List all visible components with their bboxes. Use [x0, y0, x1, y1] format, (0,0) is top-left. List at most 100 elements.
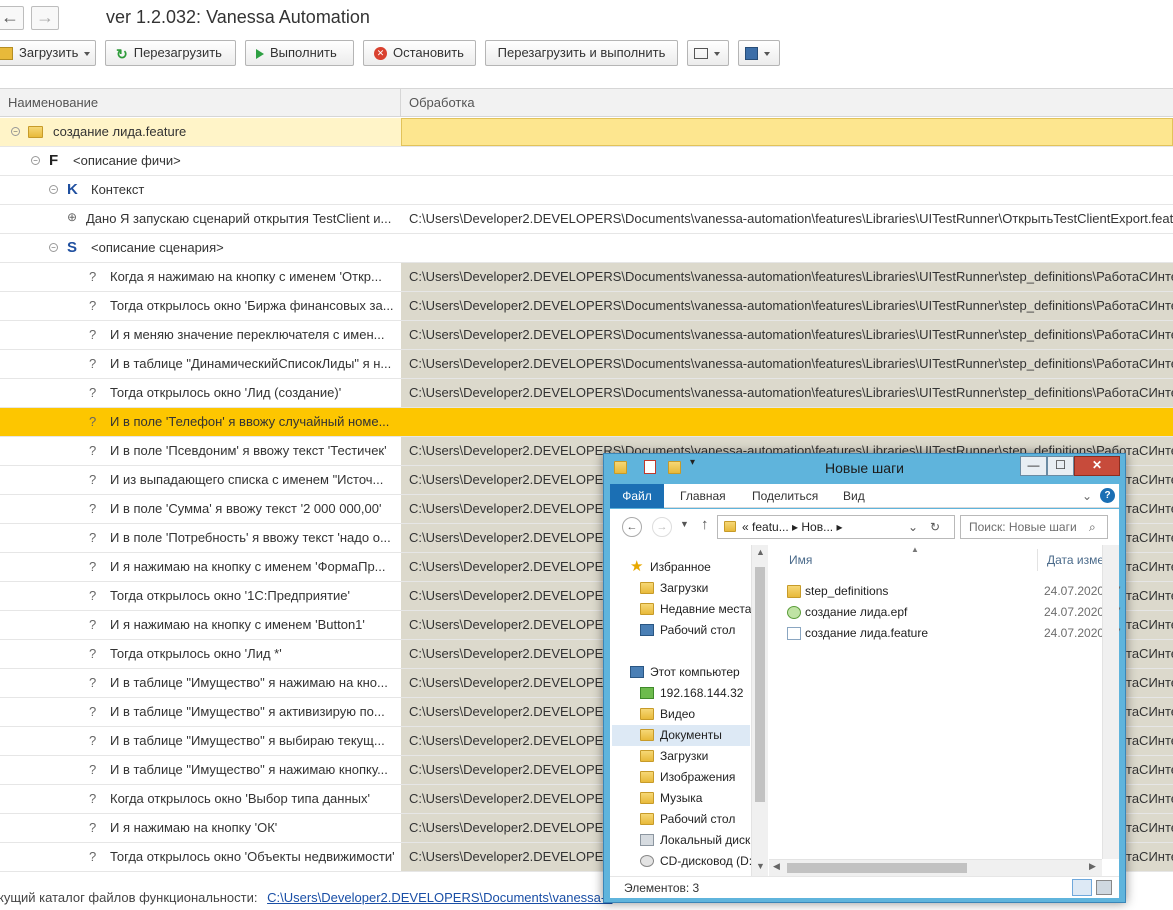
- help-icon[interactable]: ?: [1100, 488, 1115, 503]
- up-arrow-icon[interactable]: ↑: [701, 516, 709, 533]
- unknown-step-icon: ?: [89, 762, 97, 777]
- maximize-button[interactable]: ☐: [1047, 456, 1074, 476]
- collapse-icon[interactable]: −: [49, 243, 58, 252]
- tree-row-step[interactable]: ? Тогда открылось окно 'Биржа финансовых …: [0, 292, 1173, 321]
- path-cell[interactable]: C:\Users\Developer2.DEVELOPERS\Documents…: [401, 263, 1173, 291]
- tree-row-step[interactable]: ? И я меняю значение переключателя с имен…: [0, 321, 1173, 350]
- run-button[interactable]: Выполнить: [245, 40, 354, 66]
- explorer-titlebar[interactable]: ▾ Новые шаги — ☐ ✕: [604, 454, 1125, 482]
- tree-row-step[interactable]: ? И в таблице "ДинамическийСписокЛиды" я …: [0, 350, 1173, 379]
- tree-row-feature[interactable]: − создание лида.feature: [0, 118, 1173, 147]
- column-divider[interactable]: [1037, 549, 1038, 571]
- tree-row-step[interactable]: ⊕ Дано Я запускаю сценарий открытия Test…: [0, 205, 1173, 234]
- file-horizontal-scrollbar[interactable]: ◀ ▶: [769, 859, 1102, 876]
- tree-row-step[interactable]: ? Тогда открылось окно 'Лид (создание)' C:…: [0, 379, 1173, 408]
- ribbon-tab-home[interactable]: Главная: [680, 484, 726, 508]
- scroll-down-icon[interactable]: ▼: [756, 861, 765, 871]
- folder-icon: [640, 813, 654, 825]
- forward-arrow-icon[interactable]: →: [652, 517, 672, 537]
- large-icons-view-icon[interactable]: [1096, 880, 1112, 895]
- unknown-step-icon: ?: [89, 356, 97, 371]
- tree-row-step[interactable]: ? Когда я нажимаю на кнопку с именем 'Отк…: [0, 263, 1173, 292]
- refresh-icon[interactable]: ↻: [930, 516, 940, 538]
- path-cell[interactable]: C:\Users\Developer2.DEVELOPERS\Documents…: [401, 321, 1173, 349]
- chevron-down-icon: [764, 51, 770, 56]
- file-row[interactable]: step_definitions 24.07.2020 17: [769, 581, 1121, 602]
- load-button[interactable]: Загрузить: [0, 40, 96, 66]
- path-cell[interactable]: [401, 147, 1173, 175]
- save-menu-button[interactable]: [738, 40, 780, 66]
- context-keyword-icon: K: [67, 181, 78, 198]
- scroll-up-icon[interactable]: ▲: [756, 547, 765, 557]
- recent-locations-icon[interactable]: ▼: [680, 519, 689, 529]
- path-cell[interactable]: [401, 408, 1173, 436]
- path-cell[interactable]: C:\Users\Developer2.DEVELOPERS\Documents…: [401, 350, 1173, 378]
- file-scrollbar[interactable]: [1102, 545, 1119, 859]
- path-cell[interactable]: C:\Users\Developer2.DEVELOPERS\Documents…: [401, 379, 1173, 407]
- tree-row-context[interactable]: − K Контекст: [0, 176, 1173, 205]
- computer-icon: [630, 666, 644, 678]
- stop-button[interactable]: ✕ Остановить: [363, 40, 476, 66]
- name-cell: ? И в поле 'Сумма' я ввожу текст '2 000 0…: [0, 495, 401, 523]
- file-row[interactable]: создание лида.epf 24.07.2020 17: [769, 602, 1121, 623]
- path-cell[interactable]: [401, 176, 1173, 204]
- path-cell[interactable]: C:\Users\Developer2.DEVELOPERS\Documents…: [401, 205, 1173, 233]
- back-button[interactable]: ←: [0, 6, 24, 30]
- reload-label: Перезагрузить: [133, 45, 222, 60]
- tree-row-step-selected[interactable]: ? И в поле 'Телефон' я ввожу случайный но…: [0, 408, 1173, 437]
- unknown-step-icon: ?: [89, 501, 97, 516]
- unknown-step-icon: ?: [89, 617, 97, 632]
- play-icon: [256, 48, 264, 59]
- scrollbar-thumb[interactable]: [755, 567, 765, 802]
- nav-label: Рабочий стол: [660, 623, 736, 637]
- unknown-step-icon: ?: [89, 472, 97, 487]
- file-row[interactable]: создание лида.feature 24.07.2020 17: [769, 623, 1121, 644]
- tree-row-scenario[interactable]: − S <описание сценария>: [0, 234, 1173, 263]
- name-cell: ? И из выпадающего списка с именем "Источ…: [0, 466, 401, 494]
- close-button[interactable]: ✕: [1074, 456, 1120, 476]
- path-cell[interactable]: [401, 234, 1173, 262]
- column-header-name[interactable]: Имя: [789, 549, 812, 571]
- path-cell[interactable]: [401, 118, 1173, 146]
- scroll-right-icon[interactable]: ▶: [1089, 861, 1096, 872]
- ribbon-tab-share[interactable]: Поделиться: [752, 484, 818, 508]
- back-arrow-icon[interactable]: ←: [622, 517, 642, 537]
- features-directory-link[interactable]: C:\Users\Developer2.DEVELOPERS\Documents…: [267, 890, 612, 905]
- layout-menu-button[interactable]: [687, 40, 729, 66]
- row-label: И в таблице "Имущество" я нажимаю на кно…: [110, 675, 388, 690]
- column-header-processing[interactable]: Обработка: [401, 89, 1173, 117]
- ribbon-tab-view[interactable]: Вид: [843, 484, 865, 508]
- forward-button[interactable]: →: [31, 6, 59, 30]
- reload-run-button[interactable]: Перезагрузить и выполнить: [485, 40, 678, 66]
- ribbon-tab-file[interactable]: Файл: [610, 484, 664, 508]
- scroll-left-icon[interactable]: ◀: [773, 861, 780, 872]
- network-drive-icon: [640, 687, 654, 699]
- window-title: ver 1.2.032: Vanessa Automation: [106, 7, 370, 27]
- chevron-down-icon[interactable]: ⌄: [908, 516, 918, 538]
- details-view-icon[interactable]: [1072, 879, 1092, 896]
- tree-row-feature-desc[interactable]: − F <описание фичи>: [0, 147, 1173, 176]
- ribbon-expand-icon[interactable]: ⌄: [1082, 484, 1092, 508]
- column-header-name[interactable]: Наименование: [0, 89, 401, 117]
- scrollbar-thumb[interactable]: [787, 863, 967, 873]
- collapse-icon[interactable]: −: [49, 185, 58, 194]
- address-input[interactable]: « featu... ▸ Нов... ▸ ⌄ ↻: [717, 515, 955, 539]
- search-input[interactable]: Поиск: Новые шаги ⌕: [960, 515, 1108, 539]
- search-icon: ⌕: [1089, 520, 1096, 534]
- file-name: создание лида.feature: [805, 626, 928, 640]
- name-cell: ? И я меняю значение переключателя с имен…: [0, 321, 401, 349]
- path-cell[interactable]: C:\Users\Developer2.DEVELOPERS\Documents…: [401, 292, 1173, 320]
- expand-icon[interactable]: ⊕: [67, 211, 77, 223]
- minimize-button[interactable]: —: [1020, 456, 1047, 476]
- name-cell: ? Когда я нажимаю на кнопку с именем 'Отк…: [0, 263, 401, 291]
- name-cell: ? И в поле 'Потребность' я ввожу текст 'н…: [0, 524, 401, 552]
- name-cell: ? Тогда открылось окно '1С:Предприятие': [0, 582, 401, 610]
- nav-scrollbar[interactable]: ▲ ▼: [751, 545, 768, 876]
- collapse-icon[interactable]: −: [31, 156, 40, 165]
- collapse-icon[interactable]: −: [11, 127, 20, 136]
- unknown-step-icon: ?: [89, 646, 97, 661]
- nav-documents[interactable]: Документы: [612, 725, 750, 746]
- navigation-pane: ★ Избранное Загрузки Недавние места Рабоч…: [610, 545, 768, 876]
- row-label: И в таблице "Имущество" я активизирую по…: [110, 704, 385, 719]
- reload-button[interactable]: ↻ Перезагрузить: [105, 40, 236, 66]
